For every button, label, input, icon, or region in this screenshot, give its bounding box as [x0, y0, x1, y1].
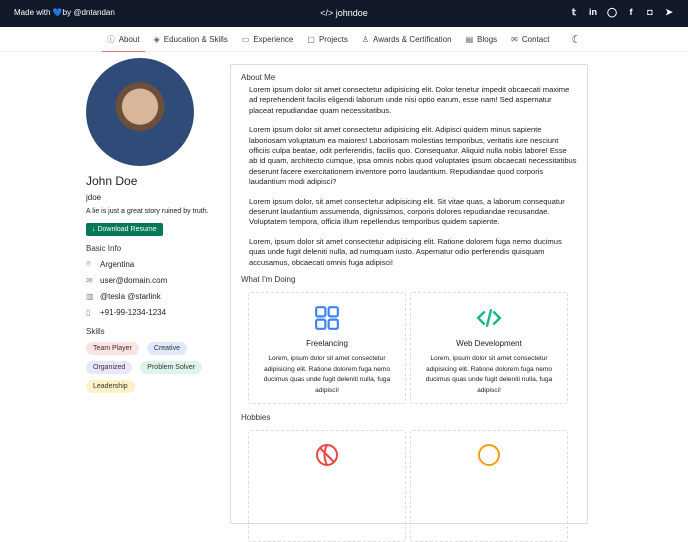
download-resume-button[interactable]: ↓ Download Resume [86, 223, 163, 236]
nav-icon: ▭ [241, 34, 250, 44]
linkedin-icon[interactable]: in [588, 7, 598, 17]
nav-blogs[interactable]: ▤ Blogs [459, 27, 505, 51]
hobby-card [248, 430, 406, 542]
hobby-circle-icon [478, 444, 500, 467]
moon-icon: ☾ [571, 33, 582, 46]
nav-education-skills[interactable]: ◈ Education & Skills [147, 27, 235, 51]
service-title: Web Development [456, 339, 522, 349]
about-card: About Me Lorem ipsum dolor sit amet cons… [230, 64, 588, 542]
service-description: Lorem, ipsum dolor sit amet consectetur … [263, 355, 391, 394]
skills-list: Team Player Creative Organized Problem Solv… [86, 342, 221, 393]
facebook-icon[interactable]: f [626, 7, 636, 17]
email-text[interactable]: user@domain.com [100, 276, 167, 285]
instagram-icon[interactable]: ◘ [645, 7, 655, 17]
doing-heading: What I'm Doing [241, 275, 296, 285]
top-bar: Made with 💙by @dntandan </> johndoe 𝕥 in… [0, 0, 688, 27]
nav-label: Education & Skills [163, 34, 228, 44]
phone-text: +91-99-1234-1234 [100, 307, 167, 317]
nav-label: Contact [521, 34, 550, 44]
skill-chip: Organized [86, 361, 133, 374]
phone-row: ▯ +91-99-1234-1234 [86, 307, 216, 317]
service-card: Freelancing Lorem, ipsum dolor sit amet c… [248, 292, 406, 405]
telegram-icon[interactable]: ➤ [664, 7, 674, 17]
service-title: Freelancing [306, 339, 348, 349]
service-description: Lorem, ipsum dolor sit amet consectetur … [425, 355, 553, 394]
service-card: Web Development Lorem, ipsum dolor sit am… [410, 292, 568, 405]
skill-chip: Team Player [86, 342, 139, 355]
about-paragraph: Lorem, ipsum dolor sit amet consectetur … [249, 236, 562, 267]
nav-label: Projects [318, 34, 348, 44]
nav-projects[interactable]: ▢ Projects [300, 27, 354, 51]
nav-about[interactable]: ⓘ About [100, 27, 147, 52]
about-paragraph: Lorem ipsum dolor, sit amet consectetur … [249, 196, 565, 227]
nav-icon: ▢ [307, 34, 315, 44]
profile-username: jdoe [86, 193, 102, 202]
services-grid: Freelancing Lorem, ipsum dolor sit amet c… [248, 292, 577, 405]
skill-chip: Leadership [86, 380, 135, 393]
twitter-icon[interactable]: 𝕥 [569, 7, 579, 17]
work-row: ▥ @tesla @starlink [86, 291, 216, 301]
nav-icon: ▤ [465, 34, 474, 44]
nav-label: Blogs [477, 34, 498, 44]
skill-chip: Creative [146, 342, 187, 355]
location-pin-icon: ⌾ [86, 259, 91, 268]
nav-awards-certification[interactable]: ♙ Awards & Certification [355, 27, 459, 51]
profile-bio: A lie is just a great story ruined by tr… [86, 208, 209, 215]
nav-label: Experience [253, 34, 294, 44]
mail-icon: ✉ [86, 275, 93, 285]
location-row: ⌾ Argentina [86, 259, 216, 269]
brand-name: johndoe [335, 8, 368, 18]
nav-contact[interactable]: ✉ Contact [504, 27, 556, 51]
dark-mode-toggle[interactable]: ☾ [556, 27, 588, 51]
hobbies-heading: Hobbies [241, 413, 271, 423]
work-text: @tesla @starlink [100, 291, 161, 301]
profile-name: John Doe [86, 174, 138, 188]
nav-icon: ◈ [153, 34, 160, 44]
about-paragraph: Lorem ipsum dolor sit amet consectetur a… [249, 85, 570, 115]
nav-label: Awards & Certification [373, 34, 452, 44]
profile-sidebar: John Doe jdoe A lie is just a great stor… [86, 58, 216, 393]
skill-chip: Problem Solver [140, 361, 203, 374]
email-row: ✉ user@domain.com [86, 275, 216, 285]
phone-icon: ▯ [86, 307, 91, 317]
basketball-icon [316, 444, 338, 467]
nav-experience[interactable]: ▭ Experience [235, 27, 301, 51]
about-heading: About Me [241, 73, 276, 82]
avatar [86, 58, 194, 166]
skills-heading: Skills [86, 327, 105, 336]
social-links: 𝕥 in ◯ f ◘ ➤ [569, 7, 674, 18]
nav-icon: ✉ [511, 34, 518, 44]
about-paragraph: Lorem ipsum dolor sit amet consectetur a… [249, 125, 577, 187]
nav-icon: ♙ [361, 34, 370, 44]
hobbies-grid [248, 430, 577, 542]
nav-icon: ⓘ [106, 34, 115, 44]
hobby-card [410, 430, 568, 542]
main-nav: ⓘ About ◈ Education & Skills ▭ Experience ▢ Pro… [0, 27, 688, 52]
basic-info-heading: Basic Info [86, 244, 122, 253]
code-icon [476, 309, 502, 328]
nav-label: About [118, 34, 140, 44]
building-icon: ▥ [86, 291, 94, 301]
code-icon: </> [320, 8, 334, 18]
location-text: Argentina [100, 259, 135, 269]
github-icon[interactable]: ◯ [607, 7, 617, 17]
grid-icon [315, 306, 339, 331]
